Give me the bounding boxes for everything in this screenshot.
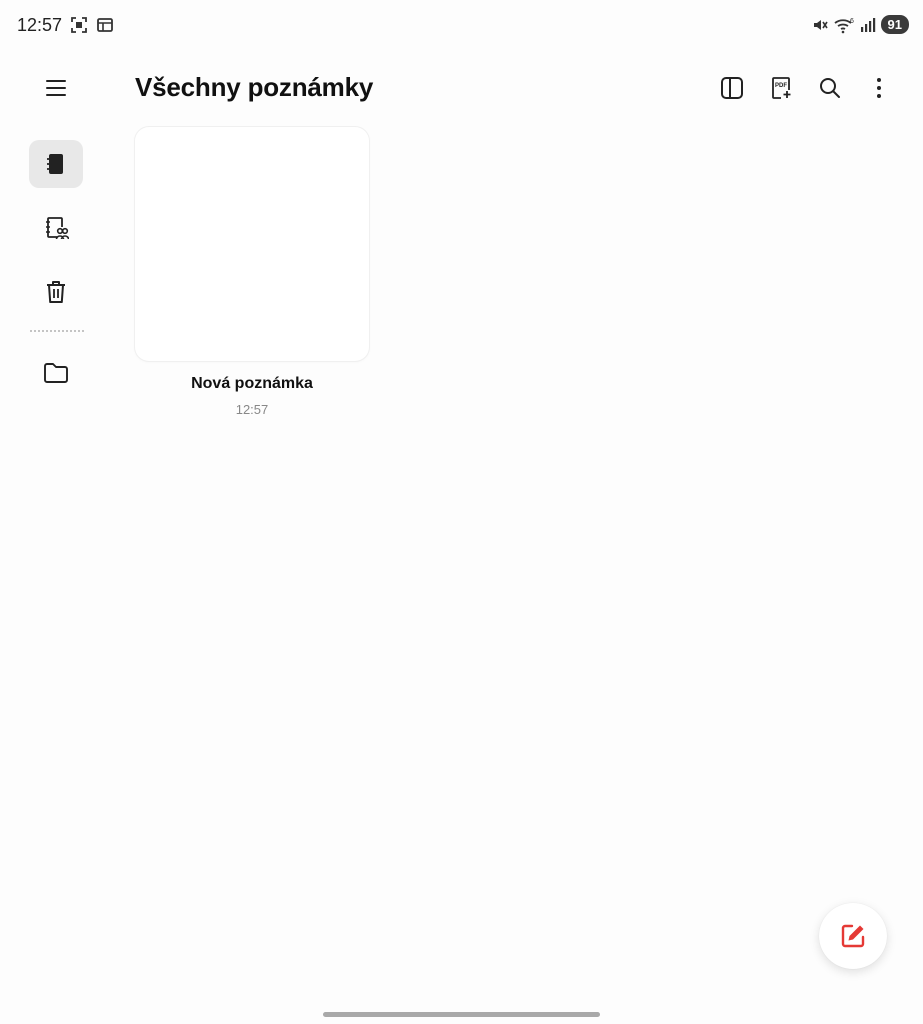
shared-notebook-icon: [46, 217, 69, 240]
new-note-icon: [841, 924, 865, 948]
search-button[interactable]: [816, 74, 844, 102]
note-card-thumbnail[interactable]: [135, 127, 369, 361]
note-card-time: 12:57: [235, 402, 269, 417]
signal-icon: [860, 17, 875, 32]
battery-level: 91: [880, 15, 909, 34]
pdf-add-icon: PDF: [772, 77, 791, 99]
split-view-button[interactable]: [718, 74, 746, 102]
sidebar-item-shared-notes[interactable]: [29, 204, 83, 252]
status-time: 12:57: [17, 15, 63, 35]
search-icon: [820, 78, 840, 98]
pdf-add-button[interactable]: PDF: [767, 74, 795, 102]
wifi-icon: 6: [833, 18, 854, 33]
status-left-icons: [70, 16, 114, 34]
note-card-title[interactable]: Nová poznámka: [135, 375, 369, 393]
split-view-icon: [721, 77, 743, 99]
svg-text:PDF: PDF: [775, 83, 787, 89]
trash-icon: [47, 281, 65, 303]
home-indicator: [323, 1012, 600, 1017]
sidebar-item-folder[interactable]: [29, 349, 83, 397]
sidebar-divider: [30, 330, 84, 332]
sidebar-item-trash[interactable]: [29, 268, 83, 316]
svg-text:6: 6: [850, 18, 854, 25]
menu-button[interactable]: [42, 74, 70, 102]
more-options-button[interactable]: [865, 74, 893, 102]
page-title: Všechny poznámky: [135, 72, 374, 102]
calendar-icon: [97, 18, 113, 32]
menu-icon: [46, 80, 66, 96]
status-bar: 12:57 6 91: [0, 0, 923, 52]
mute-icon: [813, 19, 828, 30]
more-vert-icon: [877, 78, 881, 98]
status-right-icons: 6 91: [811, 15, 909, 34]
toolbar: PDF: [718, 74, 893, 102]
folder-icon: [44, 363, 68, 383]
screenshot-icon: [71, 17, 87, 33]
new-note-button[interactable]: [819, 903, 887, 969]
sidebar-item-all-notes[interactable]: [29, 140, 83, 188]
notebook-icon: [47, 154, 63, 174]
notes-app-screen: 12:57 6 91 Všechny poznámky PDF Nová poz…: [0, 0, 923, 1024]
